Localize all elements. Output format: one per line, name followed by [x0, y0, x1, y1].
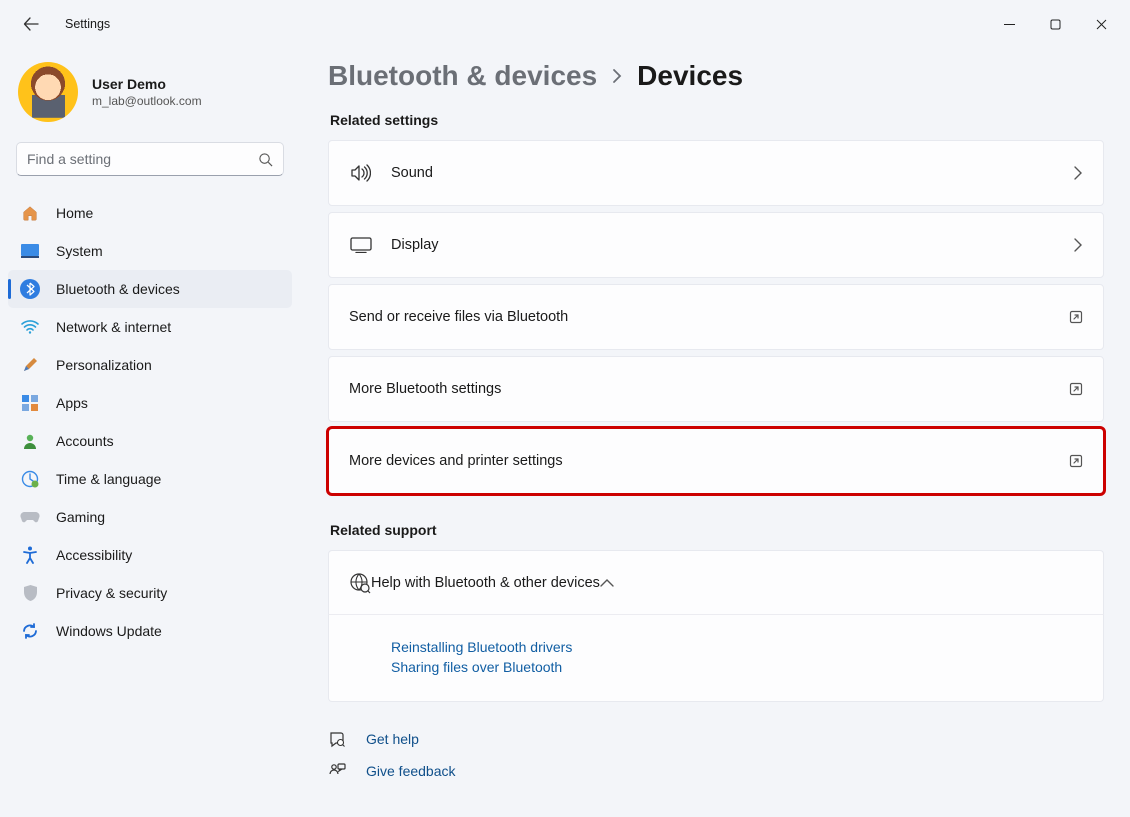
- paintbrush-icon: [20, 355, 40, 375]
- footer-label: Give feedback: [366, 763, 456, 779]
- chevron-up-icon: [600, 578, 614, 588]
- search-icon: [258, 152, 273, 167]
- nav-item-personalization[interactable]: Personalization: [8, 346, 292, 384]
- card-label: More Bluetooth settings: [349, 381, 501, 397]
- section-heading-related-settings: Related settings: [330, 112, 1104, 128]
- nav-label: Gaming: [56, 509, 105, 525]
- expander-label: Help with Bluetooth & other devices: [371, 575, 600, 591]
- help-link-sharing-files[interactable]: Sharing files over Bluetooth: [391, 659, 1083, 675]
- maximize-icon: [1050, 19, 1061, 30]
- card-sound[interactable]: Sound: [328, 140, 1104, 206]
- nav-item-network[interactable]: Network & internet: [8, 308, 292, 346]
- nav-label: Windows Update: [56, 623, 162, 639]
- search-box[interactable]: [16, 142, 284, 176]
- nav-label: Bluetooth & devices: [56, 281, 180, 297]
- user-block[interactable]: User Demo m_lab@outlook.com: [0, 56, 300, 136]
- breadcrumb-current: Devices: [637, 60, 743, 92]
- main-content: Bluetooth & devices Devices Related sett…: [300, 48, 1130, 817]
- expander-body: Reinstalling Bluetooth drivers Sharing f…: [328, 614, 1104, 702]
- update-icon: [20, 621, 40, 641]
- nav-item-privacy-security[interactable]: Privacy & security: [8, 574, 292, 612]
- nav-item-windows-update[interactable]: Windows Update: [8, 612, 292, 650]
- nav-item-bluetooth-devices[interactable]: Bluetooth & devices: [8, 270, 292, 308]
- card-label: Send or receive files via Bluetooth: [349, 309, 568, 325]
- nav-label: Time & language: [56, 471, 161, 487]
- chevron-right-icon: [1073, 238, 1083, 252]
- user-name: User Demo: [92, 76, 202, 92]
- card-label: Sound: [391, 165, 433, 181]
- sound-icon: [349, 164, 373, 182]
- user-email: m_lab@outlook.com: [92, 94, 202, 108]
- nav-item-accessibility[interactable]: Accessibility: [8, 536, 292, 574]
- card-label: Display: [391, 237, 439, 253]
- close-button[interactable]: [1078, 8, 1124, 40]
- external-link-icon: [1069, 382, 1083, 396]
- avatar: [18, 62, 78, 122]
- nav-label: Accounts: [56, 433, 114, 449]
- nav-label: Accessibility: [56, 547, 132, 563]
- home-icon: [20, 203, 40, 223]
- clock-globe-icon: [20, 469, 40, 489]
- nav-item-apps[interactable]: Apps: [8, 384, 292, 422]
- section-heading-related-support: Related support: [330, 522, 1104, 538]
- nav-label: Privacy & security: [56, 585, 167, 601]
- help-icon: [328, 730, 348, 748]
- footer-label: Get help: [366, 731, 419, 747]
- window-title: Settings: [65, 17, 110, 31]
- external-link-icon: [1069, 454, 1083, 468]
- bluetooth-icon: [20, 279, 40, 299]
- feedback-icon: [328, 762, 348, 780]
- nav-item-time-language[interactable]: Time & language: [8, 460, 292, 498]
- get-help-link[interactable]: Get help: [328, 730, 1104, 748]
- apps-icon: [20, 393, 40, 413]
- chevron-right-icon: [1073, 166, 1083, 180]
- nav-label: Network & internet: [56, 319, 171, 335]
- expander-help-bluetooth[interactable]: Help with Bluetooth & other devices: [328, 550, 1104, 614]
- card-bluetooth-files[interactable]: Send or receive files via Bluetooth: [328, 284, 1104, 350]
- card-more-devices-printers[interactable]: More devices and printer settings: [328, 428, 1104, 494]
- gamepad-icon: [20, 507, 40, 527]
- external-link-icon: [1069, 310, 1083, 324]
- globe-search-icon: [349, 572, 371, 594]
- title-bar: Settings: [0, 0, 1130, 48]
- nav-label: Apps: [56, 395, 88, 411]
- breadcrumb: Bluetooth & devices Devices: [328, 60, 1104, 92]
- card-label: More devices and printer settings: [349, 453, 563, 469]
- accessibility-icon: [20, 545, 40, 565]
- display-icon: [349, 237, 373, 253]
- card-more-bluetooth[interactable]: More Bluetooth settings: [328, 356, 1104, 422]
- help-link-reinstall-drivers[interactable]: Reinstalling Bluetooth drivers: [391, 639, 1083, 655]
- shield-icon: [20, 583, 40, 603]
- system-icon: [20, 241, 40, 261]
- footer-links: Get help Give feedback: [328, 730, 1104, 780]
- give-feedback-link[interactable]: Give feedback: [328, 762, 1104, 780]
- nav-list: Home System Bluetooth & devices Network …: [0, 190, 300, 654]
- minimize-button[interactable]: [986, 8, 1032, 40]
- nav-item-gaming[interactable]: Gaming: [8, 498, 292, 536]
- back-button[interactable]: [15, 8, 47, 40]
- back-arrow-icon: [23, 16, 39, 32]
- search-input[interactable]: [27, 151, 258, 167]
- nav-item-home[interactable]: Home: [8, 194, 292, 232]
- chevron-right-icon: [611, 68, 623, 84]
- sidebar: User Demo m_lab@outlook.com Home System: [0, 48, 300, 817]
- card-display[interactable]: Display: [328, 212, 1104, 278]
- nav-item-accounts[interactable]: Accounts: [8, 422, 292, 460]
- nav-label: System: [56, 243, 103, 259]
- maximize-button[interactable]: [1032, 8, 1078, 40]
- nav-label: Home: [56, 205, 93, 221]
- wifi-icon: [20, 317, 40, 337]
- close-icon: [1096, 19, 1107, 30]
- nav-item-system[interactable]: System: [8, 232, 292, 270]
- nav-label: Personalization: [56, 357, 152, 373]
- breadcrumb-parent[interactable]: Bluetooth & devices: [328, 60, 597, 92]
- minimize-icon: [1004, 19, 1015, 30]
- person-icon: [20, 431, 40, 451]
